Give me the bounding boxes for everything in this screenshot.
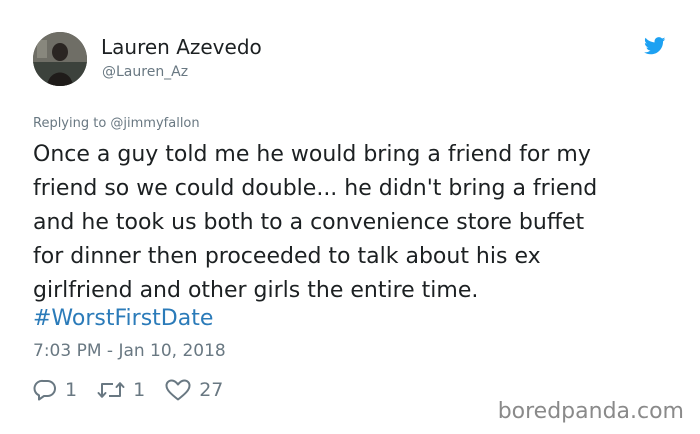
replying-to-label[interactable]: Replying to @jimmyfallon	[33, 115, 200, 133]
twitter-bird-icon[interactable]	[644, 37, 666, 55]
retweet-icon	[97, 382, 125, 398]
avatar[interactable]	[33, 32, 87, 86]
tweet-text-line: friend so we could double... he didn't b…	[33, 176, 598, 201]
like-button[interactable]: 27	[165, 377, 223, 403]
author-display-name[interactable]: Lauren Azevedo	[101, 34, 262, 60]
reply-icon	[33, 379, 56, 401]
hashtag-link[interactable]: #WorstFirstDate	[33, 302, 213, 336]
like-count: 27	[199, 379, 224, 401]
watermark-text: boredpanda.com	[497, 399, 684, 424]
avatar-photo-icon	[33, 32, 87, 86]
retweet-count: 1	[133, 379, 146, 401]
tweet-text-line: for dinner then proceeded to talk about …	[33, 244, 541, 269]
tweet-text-line: Once a guy told me he would bring a frie…	[33, 142, 591, 167]
tweet-actions: 1 1 27	[33, 377, 243, 403]
tweet-card: Lauren Azevedo @Lauren_Az Replying to @j…	[0, 0, 700, 434]
reply-button[interactable]: 1	[33, 377, 77, 403]
reply-count: 1	[65, 379, 78, 401]
tweet-text-line: and he took us both to a convenience sto…	[33, 210, 585, 235]
retweet-button[interactable]: 1	[97, 377, 145, 403]
author-handle[interactable]: @Lauren_Az	[102, 62, 188, 82]
tweet-timestamp[interactable]: 7:03 PM - Jan 10, 2018	[33, 340, 226, 362]
heart-icon	[165, 379, 191, 401]
tweet-body: Once a guy told me he would bring a frie…	[33, 138, 683, 308]
